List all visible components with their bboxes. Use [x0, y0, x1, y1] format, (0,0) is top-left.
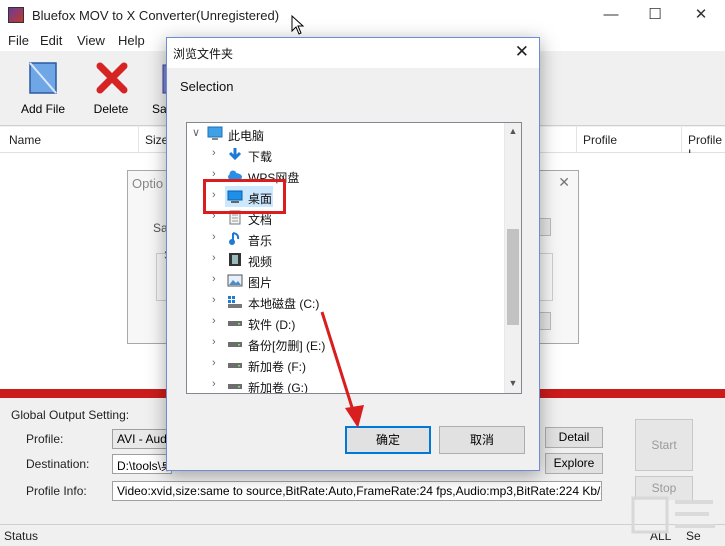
minimize-button[interactable]: — [588, 4, 634, 28]
watermark-logo-icon [631, 496, 715, 534]
drive-icon [228, 342, 242, 347]
chevron-right-icon[interactable]: › [212, 273, 216, 285]
delete-icon [96, 62, 128, 94]
start-button[interactable]: Start [635, 419, 693, 471]
tree-item-label: 图片 [248, 276, 273, 290]
scroll-down-icon[interactable]: ▼ [505, 375, 521, 392]
tree-scrollbar[interactable]: ▲ ▼ [504, 123, 521, 393]
save-button[interactable]: Sa [143, 55, 167, 119]
chevron-right-icon[interactable]: › [212, 378, 216, 390]
video-icon [229, 253, 241, 266]
annotation-highlight-box [203, 179, 286, 214]
delete-button[interactable]: Delete [80, 55, 142, 119]
tree-item-label: 视频 [248, 255, 273, 269]
explore-button[interactable]: Explore [545, 453, 603, 474]
window-title: Bluefox MOV to X Converter(Unregistered) [32, 8, 280, 23]
destination-input[interactable]: D:\tools\桌 [112, 454, 172, 474]
add-file-button[interactable]: Add File [12, 55, 74, 119]
maximize-button[interactable]: ☐ [632, 4, 678, 28]
picture-icon [227, 274, 243, 287]
profile-info-field: Video:xvid,size:same to source,BitRate:A… [112, 481, 602, 501]
menu-view[interactable]: View [77, 33, 105, 48]
column-size[interactable]: Size [145, 133, 168, 147]
system-drive-icon [228, 296, 242, 308]
browse-folder-dialog: 浏览文件夹 ✕ Selection ∨ 此电脑 › 下载 › WPS网盘 › 桌… [166, 37, 540, 471]
music-icon [229, 232, 240, 245]
menu-file[interactable]: File [8, 33, 29, 48]
folder-tree[interactable]: ∨ 此电脑 › 下载 › WPS网盘 › 桌面 › 文档 › 音乐 › 视频 ›… [186, 122, 522, 394]
chevron-right-icon[interactable]: › [212, 357, 216, 369]
drive-icon [228, 363, 242, 368]
menu-help[interactable]: Help [118, 33, 145, 48]
column-profile[interactable]: Profile [583, 133, 617, 147]
status-bar: Status ALL Se [0, 524, 725, 546]
add-file-label: Add File [20, 102, 66, 116]
options-button[interactable] [539, 312, 551, 330]
profile-select[interactable]: AVI - Audio [112, 429, 172, 449]
mouse-cursor-icon [291, 15, 305, 35]
drive-icon [228, 384, 242, 389]
tree-item-label: 本地磁盘 (C:) [248, 297, 320, 311]
add-file-icon [29, 62, 57, 94]
download-icon [228, 148, 242, 161]
column-name[interactable]: Name [9, 133, 41, 147]
ok-button[interactable]: 确定 [345, 426, 431, 454]
cancel-button[interactable]: 取消 [439, 426, 525, 454]
chevron-right-icon[interactable]: › [212, 294, 216, 306]
column-separator [681, 127, 682, 153]
drive-icon [228, 321, 242, 326]
computer-icon [207, 126, 223, 140]
save-label: Sa [152, 102, 167, 116]
expanded-chevron-icon[interactable]: ∨ [192, 126, 200, 139]
options-group-box-right [539, 253, 553, 301]
profile-info-label: Profile Info: [26, 484, 87, 498]
column-separator [576, 127, 577, 153]
tree-item-label: 备份[勿删] (E:) [248, 339, 326, 353]
status-label: Status [4, 529, 39, 543]
options-dialog-title: Optio [132, 176, 164, 191]
browse-close-icon[interactable]: ✕ [515, 42, 529, 62]
tree-item-label: 新加卷 (F:) [248, 360, 306, 374]
profile-label: Profile: [26, 432, 64, 446]
chevron-right-icon[interactable]: › [212, 252, 216, 264]
detail-button[interactable]: Detail [545, 427, 603, 448]
selection-label: Selection [180, 79, 234, 94]
chevron-right-icon[interactable]: › [212, 336, 216, 348]
options-button[interactable] [539, 218, 551, 236]
close-button[interactable]: ✕ [678, 4, 724, 28]
global-output-heading: Global Output Setting: [11, 408, 130, 422]
tree-item-label: 新加卷 (G:) [248, 381, 308, 394]
tree-item-label: 此电脑 [228, 129, 265, 143]
tree-item-label: 下载 [248, 150, 273, 164]
tree-item-label: 音乐 [248, 234, 273, 248]
browse-dialog-title: 浏览文件夹 [173, 47, 234, 61]
browse-dialog-titlebar: 浏览文件夹 ✕ [167, 38, 539, 68]
column-separator [138, 127, 139, 153]
options-close-icon[interactable]: ✕ [558, 174, 570, 191]
chevron-right-icon[interactable]: › [212, 231, 216, 243]
chevron-right-icon[interactable]: › [212, 147, 216, 159]
delete-label: Delete [93, 102, 129, 116]
chevron-right-icon[interactable]: › [212, 315, 216, 327]
destination-label: Destination: [26, 457, 90, 471]
scroll-thumb[interactable] [507, 229, 519, 325]
app-logo-icon [8, 7, 24, 23]
scroll-up-icon[interactable]: ▲ [505, 123, 521, 140]
tree-item-label: 软件 (D:) [248, 318, 296, 332]
menu-edit[interactable]: Edit [40, 33, 62, 48]
title-bar: Bluefox MOV to X Converter(Unregistered)… [0, 0, 725, 31]
